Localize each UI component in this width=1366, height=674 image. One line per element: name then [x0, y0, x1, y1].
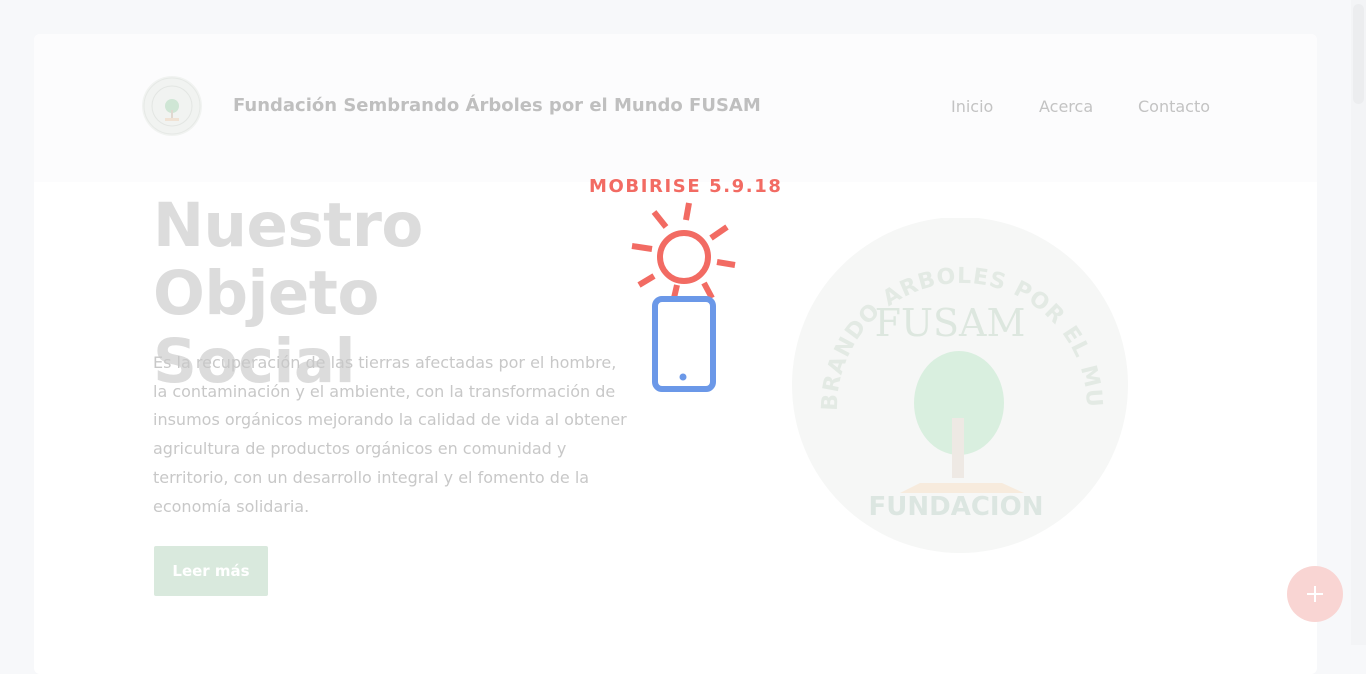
sun-phone-icon: [631, 202, 736, 392]
mobirise-badge[interactable]: MOBIRISE 5.9.18: [589, 176, 783, 392]
seal-bottom-text: FUNDACION: [869, 492, 1044, 522]
add-fab-button[interactable]: [1287, 566, 1343, 622]
scrollbar[interactable]: [1351, 0, 1366, 645]
hero-title-line1: Nuestro Objeto: [153, 190, 423, 329]
navbar: Fundación Sembrando Árboles por el Mundo…: [34, 34, 1317, 182]
mobirise-badge-text: MOBIRISE 5.9.18: [589, 176, 783, 197]
brand-name[interactable]: Fundación Sembrando Árboles por el Mundo…: [233, 95, 761, 116]
fusam-seal-icon: SEMBRANDO ARBOLES POR EL MUNDO FUSAM FUN…: [781, 199, 1128, 553]
seal-acronym: FUSAM: [875, 301, 1026, 345]
scrollbar-thumb[interactable]: [1353, 4, 1364, 104]
nav-link-inicio[interactable]: Inicio: [951, 97, 993, 116]
fusam-seal-image: SEMBRANDO ARBOLES POR EL MUNDO FUSAM FUN…: [781, 199, 1132, 562]
logo-seal-icon: [143, 77, 201, 135]
brand-logo[interactable]: [142, 76, 202, 136]
nav-link-contacto[interactable]: Contacto: [1138, 97, 1210, 116]
nav-link-acerca[interactable]: Acerca: [1039, 97, 1093, 116]
plus-icon: [1307, 586, 1323, 602]
hero-description: Es la recuperación de las tierras afecta…: [153, 353, 627, 516]
read-more-button[interactable]: Leer más: [154, 546, 268, 596]
sun-icon: [657, 230, 711, 284]
